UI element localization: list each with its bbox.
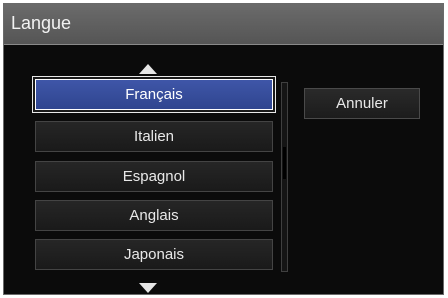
dialog-title: Langue bbox=[11, 13, 72, 33]
scrollbar-track[interactable] bbox=[281, 82, 288, 272]
language-item-francais[interactable]: Français bbox=[33, 77, 275, 112]
scroll-up-arrow-icon[interactable] bbox=[139, 64, 157, 74]
title-bar: Langue bbox=[4, 4, 443, 45]
language-dialog: Langue Français Italien Espagnol Anglais… bbox=[3, 3, 444, 295]
language-item-espagnol[interactable]: Espagnol bbox=[35, 161, 273, 192]
scrollbar-thumb[interactable] bbox=[283, 147, 286, 179]
cancel-button[interactable]: Annuler bbox=[304, 88, 420, 119]
language-item-japonais[interactable]: Japonais bbox=[35, 239, 273, 270]
language-item-anglais[interactable]: Anglais bbox=[35, 200, 273, 231]
scroll-down-arrow-icon[interactable] bbox=[139, 283, 157, 293]
language-item-italien[interactable]: Italien bbox=[35, 121, 273, 152]
